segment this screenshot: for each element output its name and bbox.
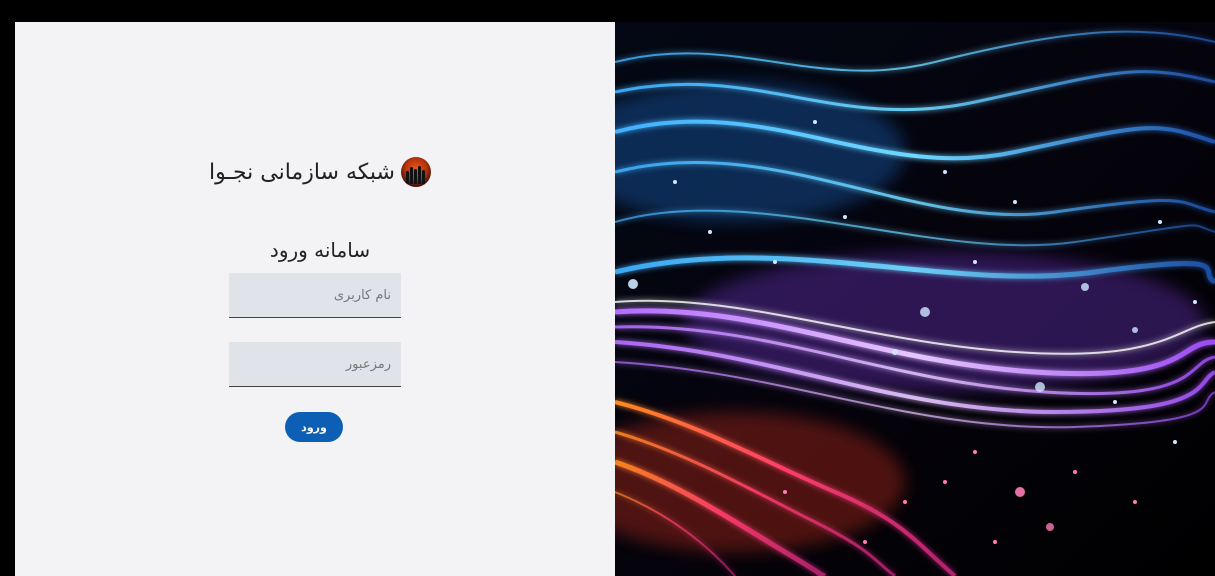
top-bar — [0, 0, 1215, 22]
left-edge — [0, 0, 15, 576]
login-panel: شبکه سازمانی نجـوا سامانه ورود ورود — [15, 22, 615, 576]
window-frame: شبکه سازمانی نجـوا سامانه ورود ورود — [0, 0, 1215, 576]
username-input[interactable] — [229, 273, 401, 318]
hero-background-image — [615, 22, 1215, 576]
abstract-waves-image — [615, 22, 1215, 576]
team-logo-icon — [400, 157, 431, 187]
brand-header: شبکه سازمانی نجـوا — [175, 152, 465, 192]
password-input[interactable] — [229, 342, 401, 387]
brand-title: شبکه سازمانی نجـوا — [209, 159, 395, 185]
login-heading: سامانه ورود — [269, 238, 371, 262]
login-button[interactable]: ورود — [285, 412, 343, 442]
